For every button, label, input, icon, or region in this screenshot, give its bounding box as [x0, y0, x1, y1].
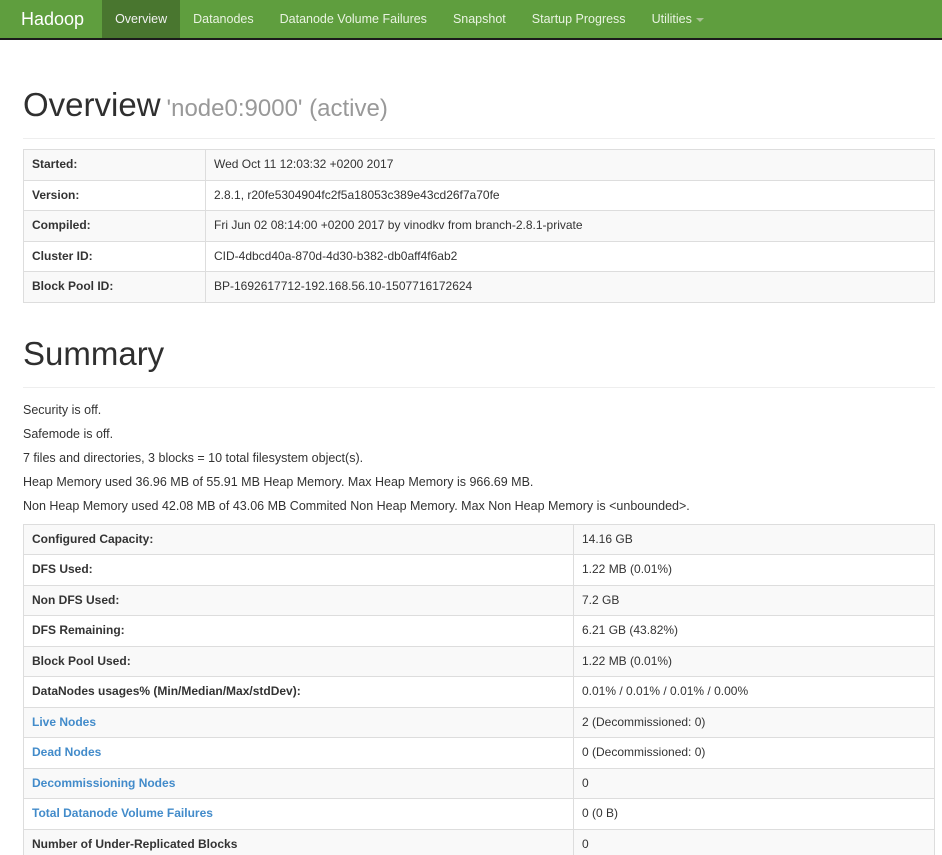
row-value: 0 — [573, 767, 935, 799]
safemode-status: Safemode is off. — [23, 426, 114, 441]
heap-memory-status: Heap Memory used 36.96 MB of 55.91 MB He… — [23, 474, 534, 489]
page-header: Overview'node0:9000' (active) — [23, 86, 935, 139]
table-row: Block Pool ID: BP-1692617712-192.168.56.… — [23, 271, 935, 303]
row-label: DataNodes usages% (Min/Median/Max/stdDev… — [23, 676, 574, 708]
row-label: Cluster ID: — [23, 240, 206, 272]
row-label: Number of Under-Replicated Blocks — [23, 828, 574, 855]
non-heap-memory-status: Non Heap Memory used 42.08 MB of 43.06 M… — [23, 498, 690, 513]
nav-tabs: Overview Datanodes Datanode Volume Failu… — [102, 0, 717, 38]
row-value: 6.21 GB (43.82%) — [573, 615, 935, 647]
row-label: Started: — [23, 149, 206, 181]
row-value: CID-4dbcd40a-870d-4d30-b382-db0aff4f6ab2 — [205, 240, 935, 272]
utilities-label: Utilities — [651, 12, 692, 26]
table-row: Version: 2.8.1, r20fe5304904fc2f5a18053c… — [23, 179, 935, 211]
row-label: Block Pool ID: — [23, 271, 206, 303]
nav-tab-startup-progress[interactable]: Startup Progress — [519, 0, 639, 38]
table-row: Block Pool Used: 1.22 MB (0.01%) — [23, 645, 935, 677]
namenode-info-table: Started: Wed Oct 11 12:03:32 +0200 2017 … — [23, 149, 935, 303]
decommissioning-nodes-link[interactable]: Decommissioning Nodes — [32, 776, 175, 790]
hadoop-brand[interactable]: Hadoop — [0, 0, 102, 38]
page-title: Overview — [23, 86, 161, 123]
summary-paragraphs: Security is off. Safemode is off. 7 file… — [23, 402, 935, 513]
row-value: Wed Oct 11 12:03:32 +0200 2017 — [205, 149, 935, 181]
table-row: Compiled: Fri Jun 02 08:14:00 +0200 2017… — [23, 210, 935, 242]
row-label: DFS Used: — [23, 554, 574, 586]
total-datanode-volume-failures-link[interactable]: Total Datanode Volume Failures — [32, 806, 213, 820]
row-value: 0 (Decommissioned: 0) — [573, 737, 935, 769]
row-value: 0 (0 B) — [573, 798, 935, 830]
top-navbar: Hadoop Overview Datanodes Datanode Volum… — [0, 0, 942, 40]
table-row: Number of Under-Replicated Blocks 0 — [23, 828, 935, 855]
row-value: 1.22 MB (0.01%) — [573, 645, 935, 677]
summary-title: Summary — [23, 334, 165, 372]
table-row: DFS Used: 1.22 MB (0.01%) — [23, 554, 935, 586]
summary-table: Configured Capacity: 14.16 GB DFS Used: … — [23, 523, 935, 855]
live-nodes-link[interactable]: Live Nodes — [32, 715, 96, 729]
table-row: Live Nodes 2 (Decommissioned: 0) — [23, 706, 935, 738]
nav-tab-overview[interactable]: Overview — [102, 0, 181, 38]
table-row: Decommissioning Nodes 0 — [23, 767, 935, 799]
row-value: 2.8.1, r20fe5304904fc2f5a18053c389e43cd2… — [205, 179, 935, 211]
table-row: Cluster ID: CID-4dbcd40a-870d-4d30-b382-… — [23, 240, 935, 272]
row-value: 7.2 GB — [573, 584, 935, 616]
row-label: DFS Remaining: — [23, 615, 574, 647]
row-label: Compiled: — [23, 210, 206, 242]
table-row: Dead Nodes 0 (Decommissioned: 0) — [23, 737, 935, 769]
summary-header: Summary — [23, 335, 935, 388]
table-row: Total Datanode Volume Failures 0 (0 B) — [23, 798, 935, 830]
table-row: DFS Remaining: 6.21 GB (43.82%) — [23, 615, 935, 647]
security-status: Security is off. — [23, 402, 102, 417]
row-value: Fri Jun 02 08:14:00 +0200 2017 by vinodk… — [205, 210, 935, 242]
row-label: Version: — [23, 179, 206, 211]
nav-tab-datanodes[interactable]: Datanodes — [180, 0, 266, 38]
nav-tab-datanode-volume-failures[interactable]: Datanode Volume Failures — [267, 0, 440, 38]
table-row: Started: Wed Oct 11 12:03:32 +0200 2017 — [23, 149, 935, 181]
row-value: 1.22 MB (0.01%) — [573, 554, 935, 586]
table-row: DataNodes usages% (Min/Median/Max/stdDev… — [23, 676, 935, 708]
dead-nodes-link[interactable]: Dead Nodes — [32, 745, 101, 759]
row-value: 14.16 GB — [573, 523, 935, 555]
row-value: 2 (Decommissioned: 0) — [573, 706, 935, 738]
row-label: Block Pool Used: — [23, 645, 574, 677]
table-row: Non DFS Used: 7.2 GB — [23, 584, 935, 616]
row-value: BP-1692617712-192.168.56.10-150771617262… — [205, 271, 935, 303]
row-label: Non DFS Used: — [23, 584, 574, 616]
row-value: 0.01% / 0.01% / 0.01% / 0.00% — [573, 676, 935, 708]
page-container: Overview'node0:9000' (active) Started: W… — [23, 86, 935, 855]
row-label: Configured Capacity: — [23, 523, 574, 555]
namenode-address-state: 'node0:9000' (active) — [166, 95, 388, 122]
nav-tab-snapshot[interactable]: Snapshot — [440, 0, 519, 38]
nav-tab-utilities[interactable]: Utilities — [639, 0, 717, 38]
chevron-down-icon — [695, 17, 704, 22]
row-value: 0 — [573, 828, 935, 855]
filesystem-objects-status: 7 files and directories, 3 blocks = 10 t… — [23, 450, 364, 465]
table-row: Configured Capacity: 14.16 GB — [23, 523, 935, 555]
